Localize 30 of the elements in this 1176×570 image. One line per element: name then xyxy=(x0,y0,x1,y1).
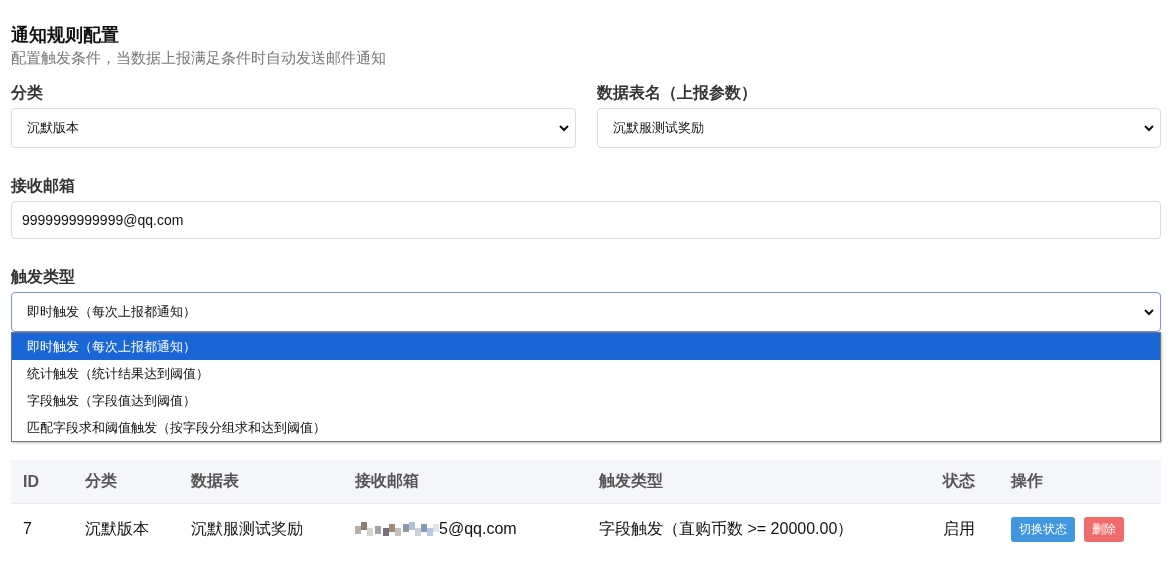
page-title: 通知规则配置 xyxy=(11,24,120,47)
column-header: 分类 xyxy=(84,471,118,491)
select-field[interactable]: 沉默服测试奖励 xyxy=(596,108,1161,148)
dropdown-option[interactable]: 字段触发（字段值达到阈值） xyxy=(12,387,1160,414)
dropdown-option[interactable]: 统计触发（统计结果达到阈值） xyxy=(12,360,1160,387)
table-cell-text: 沉默版本 xyxy=(84,518,150,539)
column-header: ID xyxy=(22,472,40,491)
table-cell: 5@qq.com xyxy=(439,520,517,538)
chevron-down-icon xyxy=(1144,124,1154,132)
input-field[interactable]: 9999999999999@qq.com xyxy=(11,201,1161,239)
select-field[interactable]: 即时触发（每次上报都通知） xyxy=(11,292,1161,332)
table-cell-text: 7 xyxy=(22,520,33,538)
column-header: 操作 xyxy=(1009,471,1044,491)
table-cell-text: 沉默服测试奖励 xyxy=(190,518,304,539)
field-label: 数据表名（上报参数） xyxy=(596,83,758,103)
dropdown-option[interactable]: 即时触发（每次上报都通知） xyxy=(12,333,1160,360)
column-header: 状态 xyxy=(941,471,976,491)
select-field[interactable]: 沉默版本 xyxy=(11,108,576,148)
field-label: 触发类型 xyxy=(11,267,76,287)
table-cell-text: 字段触发（直购币数 >= 20000.00） xyxy=(598,518,855,539)
column-header: 接收邮箱 xyxy=(354,471,420,491)
page-subtitle: 配置触发条件，当数据上报满足条件时自动发送邮件通知 xyxy=(11,48,387,68)
column-header: 触发类型 xyxy=(597,471,664,491)
dropdown-option[interactable]: 匹配字段求和阈值触发（按字段分组求和达到阈值） xyxy=(12,414,1160,441)
table-cell-text: 启用 xyxy=(942,518,976,539)
field-label: 分类 xyxy=(11,83,44,103)
field-label: 接收邮箱 xyxy=(11,176,76,196)
chevron-down-icon xyxy=(1144,308,1154,316)
column-header: 数据表 xyxy=(190,471,240,491)
chevron-down-icon xyxy=(558,124,569,132)
